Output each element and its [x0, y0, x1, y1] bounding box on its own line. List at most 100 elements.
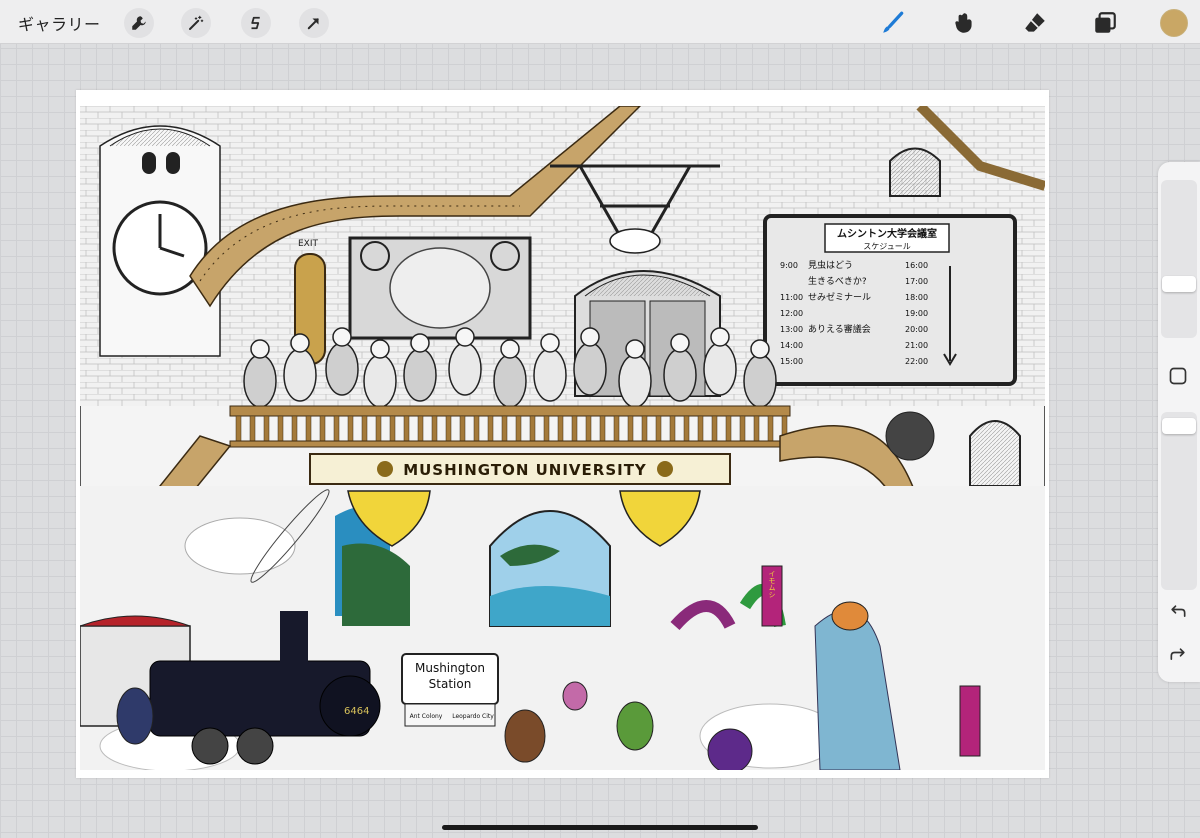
exit-label: EXIT [298, 239, 319, 249]
baluster [599, 415, 606, 442]
board-title: ムシントン大学会議室 [837, 227, 937, 240]
schedule-time-evening: 20:00 [905, 325, 928, 334]
baluster [473, 415, 480, 442]
baluster [487, 415, 494, 442]
insect-head [670, 333, 690, 353]
magic-wand-icon[interactable] [181, 8, 211, 38]
schedule-time: 12:00 [780, 309, 803, 318]
station-sign-right: Leopardo City [452, 713, 494, 720]
insect-figure [573, 342, 607, 396]
brush-size-slider[interactable] [1161, 180, 1197, 338]
baluster [319, 415, 326, 442]
university-sign-text: MUSHINGTON UNIVERSITY [403, 461, 647, 479]
insect-head [290, 333, 310, 353]
station-sign-left: Ant Colony [410, 713, 443, 720]
baluster [655, 415, 662, 442]
baluster [361, 415, 368, 442]
schedule-event: せみゼミナール [808, 291, 871, 303]
insect-head [540, 333, 560, 353]
baluster [291, 415, 298, 442]
baluster [249, 415, 256, 442]
insect-figure [533, 348, 567, 402]
top-toolbar: ギャラリー [0, 0, 1200, 44]
insect-figure [743, 354, 777, 408]
baluster [725, 415, 732, 442]
baluster [585, 415, 592, 442]
layers-icon[interactable] [1090, 8, 1120, 38]
station-sign-line2: Station [429, 677, 472, 691]
schedule-time-evening: 16:00 [905, 261, 928, 270]
insect-figure [243, 354, 277, 408]
insect-head [410, 333, 430, 353]
banner-text: イモムシ [768, 570, 776, 598]
baluster [767, 415, 774, 442]
baluster [543, 415, 550, 442]
schedule-event: 生きるべきか? [808, 275, 867, 287]
baluster [529, 415, 536, 442]
baluster [403, 415, 410, 442]
insect-head [370, 339, 390, 359]
schedule-time-evening: 17:00 [905, 277, 928, 286]
insect-figure [618, 354, 652, 408]
baluster [417, 415, 424, 442]
baluster [669, 415, 676, 442]
schedule-event: 見虫はどう [808, 259, 853, 271]
schedule-time-evening: 19:00 [905, 309, 928, 318]
eraser-icon[interactable] [1020, 8, 1050, 38]
baluster [431, 415, 438, 442]
undo-icon[interactable] [1166, 600, 1190, 624]
insect-figure [325, 342, 359, 396]
baluster [277, 415, 284, 442]
wrench-icon[interactable] [124, 8, 154, 38]
drawing-canvas[interactable]: EXIT ムシントン大学会議室 スケジュール 9:00 見虫はどう 生きるべきか? 1… [76, 90, 1049, 778]
baluster [459, 415, 466, 442]
insect-head [580, 327, 600, 347]
baluster [711, 415, 718, 442]
baluster [557, 415, 564, 442]
baluster [739, 415, 746, 442]
schedule-time: 15:00 [780, 357, 803, 366]
baluster [753, 415, 760, 442]
gallery-button[interactable]: ギャラリー [18, 11, 101, 35]
baluster [375, 415, 382, 442]
opacity-thumb[interactable] [1162, 418, 1196, 434]
insect-head [455, 327, 475, 347]
insect-figure [448, 342, 482, 396]
baluster [697, 415, 704, 442]
selection-icon[interactable] [241, 8, 271, 38]
schedule-time: 13:00 [780, 325, 803, 334]
insect-figure [493, 354, 527, 408]
baluster [627, 415, 634, 442]
schedule-time-evening: 22:00 [905, 357, 928, 366]
baluster [641, 415, 648, 442]
insect-figure [403, 348, 437, 402]
insect-head [710, 327, 730, 347]
baluster [389, 415, 396, 442]
home-indicator[interactable] [442, 825, 758, 830]
color-swatch[interactable] [1160, 9, 1188, 37]
schedule-time: 14:00 [780, 341, 803, 350]
redo-icon[interactable] [1166, 643, 1190, 667]
train-number: 6464 [344, 706, 369, 717]
opacity-slider[interactable] [1161, 412, 1197, 590]
insect-head [250, 339, 270, 359]
baluster [263, 415, 270, 442]
insect-head [750, 339, 770, 359]
baluster [683, 415, 690, 442]
schedule-event: ありえる審議会 [808, 323, 871, 335]
baluster [235, 415, 242, 442]
baluster [613, 415, 620, 442]
board-subtitle: スケジュール [863, 242, 910, 251]
insect-figure [663, 348, 697, 402]
brush-icon[interactable] [878, 8, 908, 38]
artwork-illustration: EXIT ムシントン大学会議室 スケジュール 9:00 見虫はどう生きるべきか? 1… [80, 106, 1045, 770]
baluster [515, 415, 522, 442]
schedule-time-evening: 21:00 [905, 341, 928, 350]
smudge-icon[interactable] [949, 8, 979, 38]
square-button-icon[interactable] [1166, 364, 1190, 388]
brush-size-thumb[interactable] [1162, 276, 1196, 292]
schedule-time: 11:00 [780, 293, 803, 302]
baluster [347, 415, 354, 442]
schedule-time-evening: 18:00 [905, 293, 928, 302]
transform-arrow-icon[interactable] [299, 8, 329, 38]
